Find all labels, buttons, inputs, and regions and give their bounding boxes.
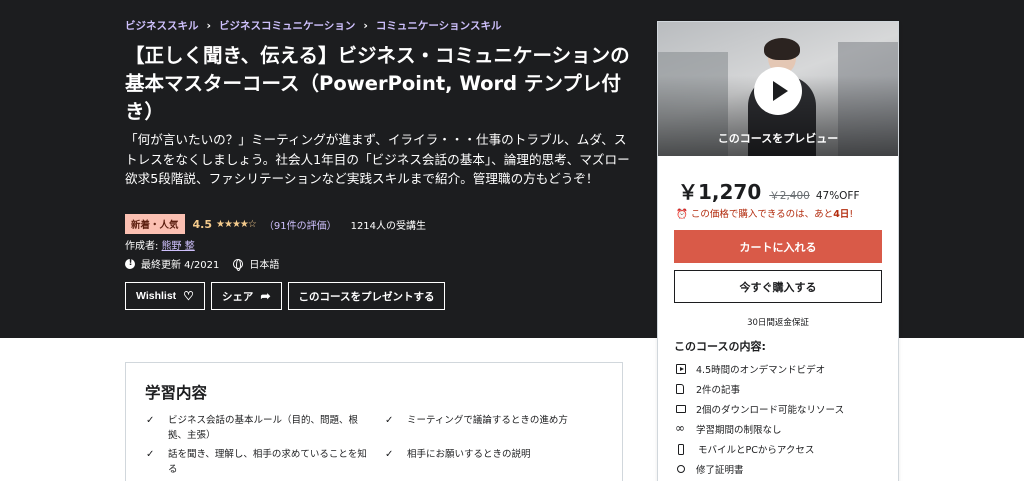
include-text: 2個のダウンロード可能なリソース	[696, 405, 845, 416]
include-text: 学習期間の制限なし	[696, 425, 782, 436]
check-icon: ✓	[385, 415, 394, 426]
current-price: ￥1,270	[678, 180, 762, 204]
original-price: ￥2,400	[769, 190, 810, 202]
learn-item-text: 相手にお願いするときの説明	[407, 449, 531, 460]
list-item: 学習期間の制限なし	[675, 419, 844, 439]
list-item: 4.5時間のオンデマンドビデオ	[676, 359, 844, 379]
reviews-link[interactable]: （91件の評価）	[264, 217, 337, 232]
discount-percent: 47%OFF	[815, 190, 860, 202]
breadcrumb-separator-icon: ›	[363, 19, 368, 32]
learn-title: 学習内容	[145, 384, 208, 402]
author-link[interactable]: 熊野 整	[162, 241, 195, 252]
learn-item-text: ミーティングで議論するときの進め方	[407, 415, 568, 426]
meta-row: 最終更新 4/2021 日本語	[125, 256, 279, 271]
last-updated: 最終更新 4/2021	[141, 260, 220, 271]
star-rating-icon: ★★★★☆	[216, 218, 257, 230]
includes-title: このコースの内容:	[674, 340, 766, 353]
bestseller-badge: 新着・人気	[125, 214, 185, 234]
gift-label: このコースをプレゼントする	[298, 290, 435, 303]
infinity-icon	[675, 423, 686, 434]
learn-item: ✓ ビジネス会話の基本ルール（目的、問題、根拠、主張）	[146, 413, 376, 443]
globe-icon	[233, 258, 244, 271]
wishlist-label: Wishlist	[136, 290, 177, 302]
learn-item: ✓ 話を聞き、理解し、相手の求めていることを知る	[146, 447, 376, 477]
play-icon[interactable]	[754, 67, 802, 115]
share-label: シェア	[221, 290, 254, 303]
alarm-clock-icon: ⏰	[676, 209, 688, 220]
alert-icon	[125, 258, 135, 269]
course-preview-video[interactable]: このコースをプレビュー	[658, 22, 898, 156]
add-to-cart-button[interactable]: カートに入れる	[674, 230, 882, 263]
wishlist-button[interactable]: Wishlist ♡	[125, 282, 205, 310]
share-button[interactable]: シェア ➦	[210, 282, 282, 310]
mobile-icon	[678, 443, 684, 455]
check-icon: ✓	[146, 415, 155, 426]
learn-item: ✓ 相手にお願いするときの説明	[385, 447, 607, 462]
check-icon: ✓	[146, 449, 155, 460]
list-item: 修了証明書	[676, 459, 844, 479]
gift-course-button[interactable]: このコースをプレゼントする	[287, 282, 446, 310]
includes-list: 4.5時間のオンデマンドビデオ 2件の記事 2個のダウンロード可能なリソース 学…	[675, 359, 844, 479]
course-subtitle: 「何が言いたいの？」ミーティングが進まず、イライラ・・・仕事のトラブル、ムダ、ス…	[125, 132, 630, 186]
learn-item-text: ビジネス会話の基本ルール（目的、問題、根拠、主張）	[168, 415, 359, 441]
course-title: 【正しく聞き、伝える】ビジネス・コミュニケーションの基本マスターコース（Powe…	[125, 44, 630, 123]
list-item: モバイルとPCからアクセス	[676, 439, 844, 459]
student-count: 1214人の受講生	[350, 220, 427, 232]
download-folder-icon	[676, 405, 686, 413]
breadcrumb-item-business-communication[interactable]: ビジネスコミュニケーション	[219, 18, 355, 33]
breadcrumb-separator-icon: ›	[206, 19, 212, 32]
include-text: 4.5時間のオンデマンドビデオ	[696, 365, 826, 376]
timer-suffix: !	[849, 209, 854, 220]
breadcrumb-item-communication-skills[interactable]: コミュニケーションスキル	[376, 18, 502, 33]
trophy-icon	[677, 465, 685, 473]
what-you-will-learn: 学習内容 ✓ ビジネス会話の基本ルール（目的、問題、根拠、主張） ✓ ミーティン…	[125, 362, 623, 481]
heart-icon: ♡	[183, 289, 194, 303]
file-icon	[676, 384, 684, 394]
rating-row: 新着・人気 4.5 ★★★★☆ （91件の評価） 1214人の受講生	[125, 214, 426, 234]
timer-days: 4日	[833, 209, 850, 220]
breadcrumb: ビジネススキル › ビジネスコミュニケーション › コミュニケーションスキル	[125, 18, 501, 33]
buy-now-button[interactable]: 今すぐ購入する	[674, 270, 882, 303]
preview-label: このコースをプレビュー	[717, 132, 839, 145]
timer-text: この価格で購入できるのは、あと	[690, 209, 834, 220]
list-item: 2件の記事	[676, 379, 844, 399]
list-item: 2個のダウンロード可能なリソース	[676, 399, 844, 419]
include-text: 修了証明書	[696, 465, 744, 476]
author-label: 作成者:	[125, 241, 159, 252]
author-row: 作成者: 熊野 整	[125, 237, 195, 252]
rating-score: 4.5	[192, 217, 213, 231]
learn-item-text: 話を聞き、理解し、相手の求めていることを知る	[168, 449, 367, 475]
action-buttons: Wishlist ♡ シェア ➦ このコースをプレゼントする	[125, 282, 446, 310]
include-text: 2件の記事	[696, 385, 741, 396]
include-text: モバイルとPCからアクセス	[698, 445, 815, 456]
check-icon: ✓	[385, 449, 394, 460]
learn-item: ✓ ミーティングで議論するときの進め方	[385, 413, 607, 428]
money-back-guarantee: 30日間返金保証	[747, 318, 809, 328]
share-arrow-icon: ➦	[260, 289, 271, 303]
purchase-sidebar: このコースをプレビュー ￥1,270 ￥2,400 47%OFF ⏰ この価格で…	[657, 21, 899, 481]
pricing: ￥1,270 ￥2,400 47%OFF	[678, 176, 860, 205]
price-timer: ⏰ この価格で購入できるのは、あと4日!	[676, 206, 853, 220]
breadcrumb-item-business-skills[interactable]: ビジネススキル	[125, 18, 199, 33]
video-icon	[676, 364, 686, 374]
course-language: 日本語	[249, 260, 280, 271]
